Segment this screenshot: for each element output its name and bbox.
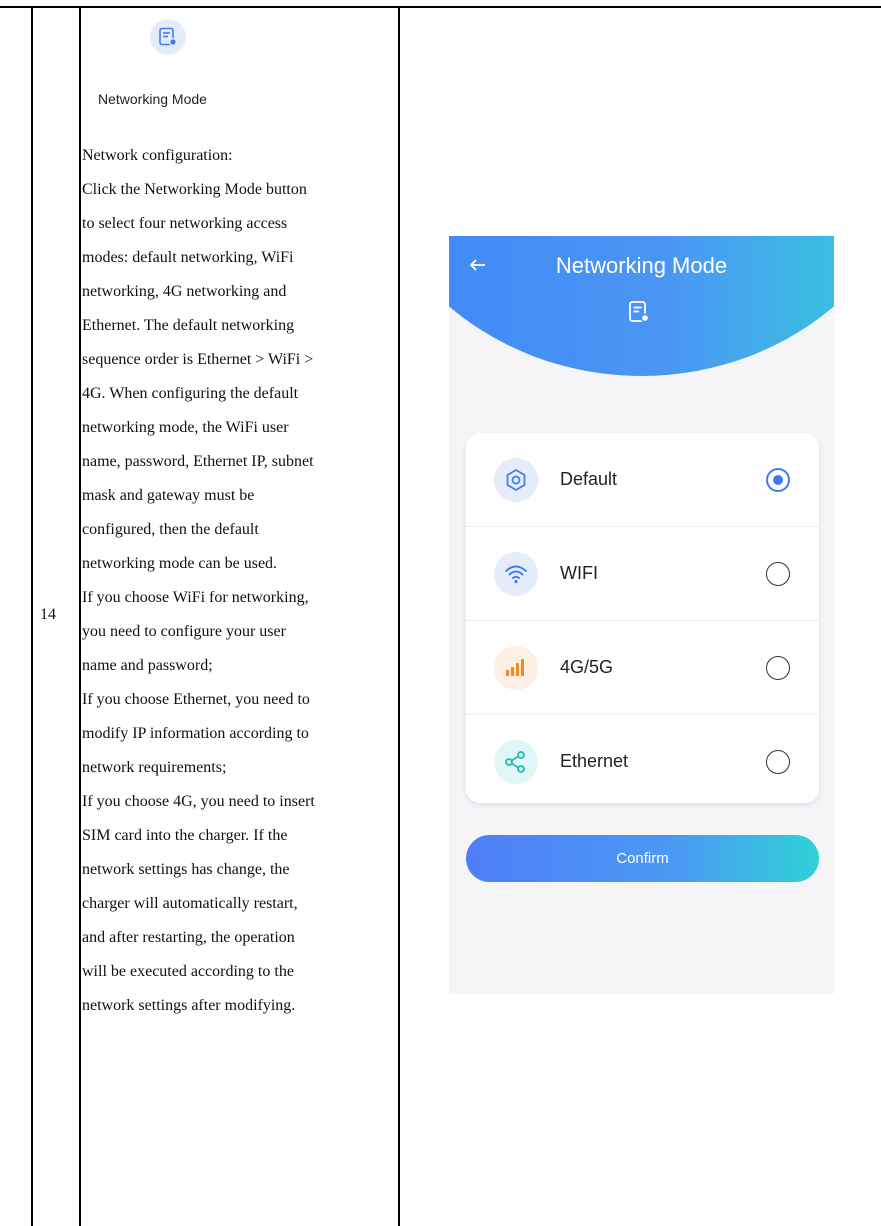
description-line: and after restarting, the operation xyxy=(82,929,295,946)
description-line: name, password, Ethernet IP, subnet xyxy=(82,453,314,470)
option-ethernet[interactable]: Ethernet xyxy=(466,715,819,809)
option-label: Default xyxy=(560,469,618,489)
network-nodes-icon xyxy=(494,740,538,784)
table-column-divider xyxy=(79,6,81,1226)
description-line: configured, then the default xyxy=(82,521,259,538)
app-screenshot: Networking Mode Default WIFI 4G/5G Ether… xyxy=(449,236,834,994)
description-line: modes: default networking, WiFi xyxy=(82,249,294,266)
wifi-icon xyxy=(494,552,538,596)
feature-label: Networking Mode xyxy=(98,91,207,107)
description-line: Click the Networking Mode button xyxy=(82,181,307,198)
radio-unselected[interactable] xyxy=(766,750,790,774)
description-line: modify IP information according to xyxy=(82,725,309,742)
description-line: sequence order is Ethernet > WiFi > xyxy=(82,351,314,368)
radio-unselected[interactable] xyxy=(766,656,790,680)
description-line: 4G. When configuring the default xyxy=(82,385,299,402)
description-line: Network configuration: xyxy=(82,147,233,164)
network-options-card: Default WIFI 4G/5G Ethernet xyxy=(466,433,819,803)
description-line: If you choose 4G, you need to insert xyxy=(82,793,315,810)
radio-unselected[interactable] xyxy=(766,562,790,586)
option-label: WIFI xyxy=(560,563,598,583)
option-label: 4G/5G xyxy=(560,657,614,677)
option-default[interactable]: Default xyxy=(466,433,819,527)
settings-list-icon xyxy=(627,300,651,329)
screen-title: Networking Mode xyxy=(555,253,728,278)
description-line: SIM card into the charger. If the xyxy=(82,827,288,844)
description-line: networking mode, the WiFi user xyxy=(82,419,289,436)
option-wifi[interactable]: WIFI xyxy=(466,527,819,621)
table-column-divider xyxy=(398,6,400,1226)
confirm-button[interactable]: Confirm xyxy=(466,835,819,882)
description-line: network settings has change, the xyxy=(82,861,290,878)
description-line: networking mode can be used. xyxy=(82,555,278,572)
description-line: will be executed according to the xyxy=(82,963,294,980)
radio-selected[interactable] xyxy=(766,468,790,492)
option-label: Ethernet xyxy=(560,751,629,771)
description-line: to select four networking access xyxy=(82,215,288,232)
description-line: mask and gateway must be xyxy=(82,487,255,504)
description-line: you need to configure your user xyxy=(82,623,286,640)
description-line: network requirements; xyxy=(82,759,227,776)
description-line: If you choose Ethernet, you need to xyxy=(82,691,310,708)
row-number: 14 xyxy=(40,606,56,623)
settings-list-icon xyxy=(150,19,186,55)
feature-description: Network configuration: Click the Networki… xyxy=(82,139,396,1023)
gear-icon xyxy=(494,458,538,502)
description-line: network settings after modifying. xyxy=(82,997,296,1014)
description-line: charger will automatically restart, xyxy=(82,895,298,912)
signal-bars-icon xyxy=(494,646,538,690)
description-line: Ethernet. The default networking xyxy=(82,317,295,334)
table-left-border xyxy=(31,6,33,1226)
table-top-border xyxy=(0,6,881,8)
description-line: If you choose WiFi for networking, xyxy=(82,589,309,606)
description-line: networking, 4G networking and xyxy=(82,283,287,300)
description-line: name and password; xyxy=(82,657,213,674)
option-4g-5g[interactable]: 4G/5G xyxy=(466,621,819,715)
